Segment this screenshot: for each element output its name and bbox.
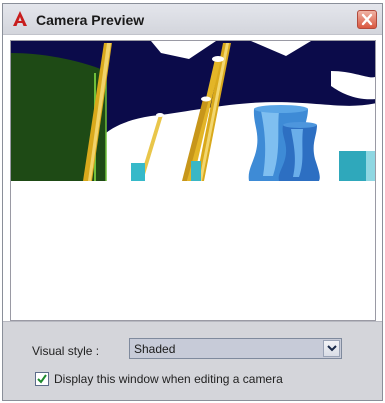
autocad-a-icon bbox=[11, 10, 29, 28]
close-button[interactable] bbox=[357, 10, 377, 29]
display-window-checkbox-label[interactable]: Display this window when editing a camer… bbox=[54, 372, 283, 386]
settings-panel: Visual style : Shaded Display this windo… bbox=[3, 321, 382, 400]
title-bar[interactable]: Camera Preview bbox=[3, 4, 382, 35]
checkmark-icon bbox=[37, 374, 47, 384]
camera-preview-dialog: Camera Preview Visual style: Shaded Dis… bbox=[2, 3, 383, 401]
visual-style-select[interactable]: Shaded bbox=[129, 338, 342, 359]
dialog-body: Visual style : Shaded Display this windo… bbox=[3, 35, 382, 400]
dropdown-button[interactable] bbox=[323, 340, 340, 357]
camera-scene bbox=[11, 41, 375, 320]
display-window-checkbox[interactable] bbox=[35, 372, 49, 386]
camera-preview-viewport bbox=[10, 40, 376, 321]
visual-style-value: Shaded bbox=[134, 342, 176, 356]
chevron-down-icon bbox=[327, 345, 337, 352]
window-title: Camera Preview bbox=[36, 12, 145, 28]
close-icon bbox=[361, 13, 373, 26]
visual-style-label: Visual style : bbox=[32, 344, 100, 358]
